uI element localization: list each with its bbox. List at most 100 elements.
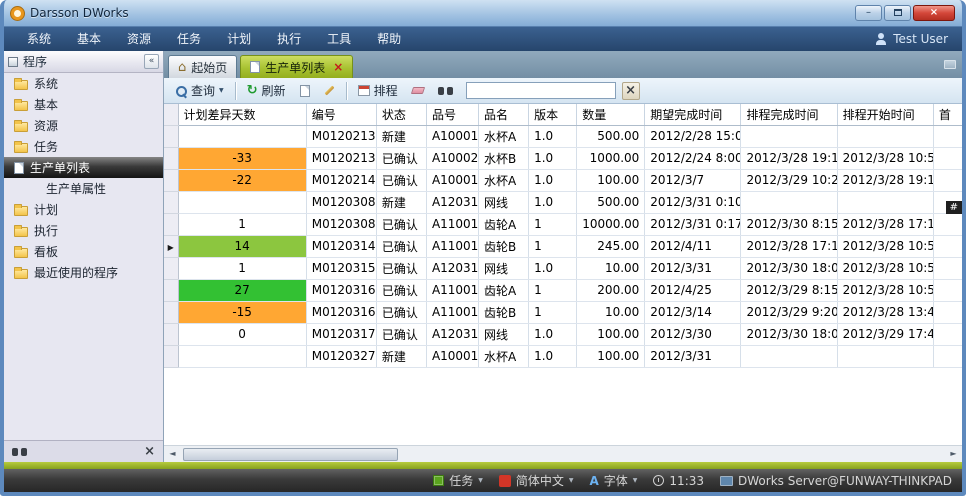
status-bar: 任务 简体中文 字体 11:33 DWorks Server@FUNWAY-TH… (4, 469, 962, 492)
sidebar-item[interactable]: 基本 (4, 94, 163, 115)
app-gear-icon (11, 7, 24, 20)
tab-close-icon[interactable] (333, 61, 343, 73)
language-dropdown[interactable]: 简体中文 (499, 472, 574, 489)
tasks-dropdown[interactable]: 任务 (433, 472, 483, 489)
horizontal-scrollbar[interactable] (164, 445, 962, 462)
grid-header-row: 计划差异天数编号状态品号品名版本数量期望完成时间排程完成时间排程开始时间首 (164, 104, 962, 125)
sidebar-item-label: 资源 (34, 117, 58, 134)
tab-strip: 起始页生产单列表 (164, 51, 962, 78)
scroll-right-arrow-icon[interactable] (945, 446, 962, 462)
clock-group: 11:33 (653, 474, 704, 488)
column-header[interactable]: 数量 (577, 104, 645, 125)
cell: 2012/3/28 10:52 (837, 147, 933, 169)
close-button[interactable] (913, 5, 955, 21)
sidebar-item-label: 基本 (34, 96, 58, 113)
minimize-button[interactable] (855, 5, 882, 21)
table-row[interactable]: 27M012031601已确认A11001齿轮A1200.002012/4/25… (164, 279, 962, 301)
tab-strip-tabs: 起始页生产单列表 (168, 55, 353, 78)
sidebar-search-clear-icon[interactable] (144, 445, 155, 458)
cell: 2012/3/30 (645, 323, 741, 345)
search-input[interactable] (466, 82, 616, 99)
table-row[interactable]: 1M012030802已确认A11001齿轮A110000.002012/3/3… (164, 213, 962, 235)
cell: 网线 (479, 191, 529, 213)
scrollbar-thumb[interactable] (183, 448, 398, 461)
tab-active[interactable]: 生产单列表 (240, 55, 353, 78)
cell: 已确认 (376, 279, 426, 301)
cell: 2012/3/14 (645, 301, 741, 323)
table-row[interactable]: -22M012021401已确认A10001水杯A1.0100.002012/3… (164, 169, 962, 191)
column-header[interactable]: 品名 (479, 104, 529, 125)
sidebar-search-bar[interactable] (4, 440, 163, 462)
table-row[interactable]: -15M012031602已确认A11001齿轮B110.002012/3/14… (164, 301, 962, 323)
menu-item[interactable]: 执行 (264, 27, 314, 51)
table-row[interactable]: M012030801新建A12031网线1.0500.002012/3/31 0… (164, 191, 962, 213)
sidebar-item[interactable]: 系统 (4, 73, 163, 94)
folder-icon (14, 101, 28, 111)
sidebar-item[interactable]: 资源 (4, 115, 163, 136)
column-header[interactable]: 排程开始时间 (837, 104, 933, 125)
scroll-left-arrow-icon[interactable] (164, 446, 181, 462)
schedule-button[interactable]: 排程 (352, 80, 404, 101)
tab-inactive[interactable]: 起始页 (168, 55, 237, 78)
toolbar-separator (346, 82, 347, 100)
cell: 已确认 (376, 147, 426, 169)
table-row[interactable]: M012032701新建A10001水杯A1.0100.002012/3/31 (164, 345, 962, 367)
cell: 2012/3/28 13:40 (837, 301, 933, 323)
menu-item[interactable]: 帮助 (364, 27, 414, 51)
font-dropdown[interactable]: 字体 (589, 472, 637, 489)
selected-row-arrow-icon (168, 243, 174, 252)
column-header[interactable]: 期望完成时间 (645, 104, 741, 125)
home-icon (178, 61, 186, 74)
sidebar-collapse-button[interactable] (144, 54, 159, 69)
app-window: Darsson DWorks 系统基本资源任务计划执行工具帮助 Test Use… (0, 0, 966, 496)
column-header[interactable]: 编号 (306, 104, 376, 125)
sidebar-item[interactable]: 生产单列表 (4, 157, 163, 178)
refresh-button[interactable]: 刷新 (241, 80, 292, 101)
edit-button[interactable] (318, 87, 341, 94)
cell: 已确认 (376, 323, 426, 345)
cell: 水杯A (479, 125, 529, 147)
cell: 500.00 (577, 191, 645, 213)
sidebar-item[interactable]: 任务 (4, 136, 163, 157)
table-row[interactable]: -33M012021302已确认A10002水杯B1.01000.002012/… (164, 147, 962, 169)
chevron-down-icon (478, 477, 483, 484)
user-icon (875, 33, 887, 45)
menu-item[interactable]: 任务 (164, 27, 214, 51)
column-header[interactable]: 品号 (426, 104, 478, 125)
menu-item[interactable]: 系统 (14, 27, 64, 51)
schedule-label: 排程 (374, 82, 398, 99)
find-button[interactable] (432, 84, 459, 98)
column-header[interactable]: 计划差异天数 (178, 104, 306, 125)
column-header[interactable]: 状态 (376, 104, 426, 125)
table-row[interactable]: 1M012031501已确认A12031网线1.010.002012/3/312… (164, 257, 962, 279)
menu-item[interactable]: 资源 (114, 27, 164, 51)
cell: M012030802 (306, 213, 376, 235)
row-indicator (164, 191, 178, 213)
eraser-button[interactable] (406, 85, 430, 96)
row-indicator (164, 169, 178, 191)
column-header[interactable]: 排程完成时间 (741, 104, 837, 125)
sidebar-item[interactable]: 看板 (4, 241, 163, 262)
new-button[interactable] (294, 83, 316, 99)
table-row[interactable]: 0M012031701已确认A12031网线1.0100.002012/3/30… (164, 323, 962, 345)
maximize-button[interactable] (884, 5, 911, 21)
cell (178, 345, 306, 367)
column-header[interactable]: 首 (933, 104, 962, 125)
sidebar-item[interactable]: 最近使用的程序 (4, 262, 163, 283)
menu-item[interactable]: 工具 (314, 27, 364, 51)
pin-icon[interactable] (944, 60, 956, 69)
user-indicator[interactable]: Test User (875, 32, 952, 46)
table-row[interactable]: 14M012031402已确认A11001齿轮B1245.002012/4/11… (164, 235, 962, 257)
table-row[interactable]: M012021301新建A10001水杯A1.0500.002012/2/28 … (164, 125, 962, 147)
query-button[interactable]: 查询 (169, 80, 230, 101)
sidebar-item[interactable]: 生产单属性 (4, 178, 163, 199)
sidebar-item[interactable]: 执行 (4, 220, 163, 241)
column-header[interactable]: 版本 (529, 104, 577, 125)
cell: 2012/3/28 10:52 (837, 235, 933, 257)
cell: 2012/3/28 10:52 (837, 279, 933, 301)
menu-item[interactable]: 计划 (214, 27, 264, 51)
sidebar-item[interactable]: 计划 (4, 199, 163, 220)
cell: 1 (529, 301, 577, 323)
menu-item[interactable]: 基本 (64, 27, 114, 51)
clear-search-button[interactable] (622, 82, 640, 100)
